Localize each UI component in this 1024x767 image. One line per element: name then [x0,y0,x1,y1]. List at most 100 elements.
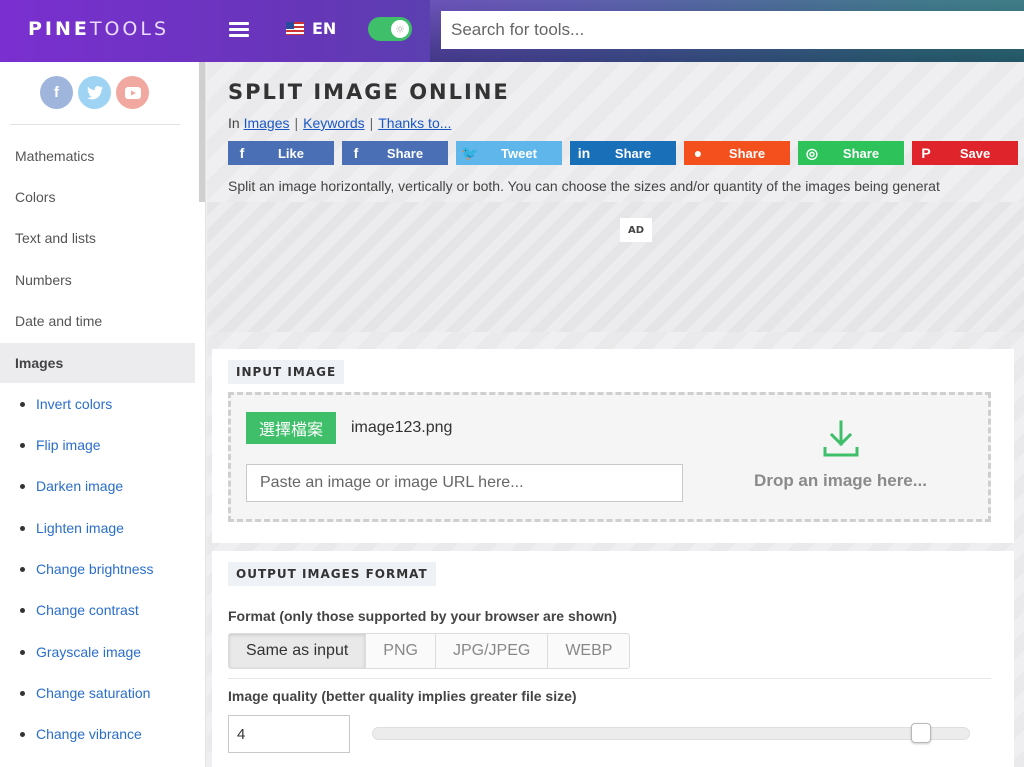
sidebar-subitem-label: Change saturation [36,685,151,701]
download-icon [823,420,859,457]
twitter-icon: 🐦 [461,144,479,161]
sidebar-subitem-label: Change contrast [36,602,139,618]
facebook-icon: f [353,145,359,161]
output-format-card: OUTPUT IMAGES FORMAT Format (only those … [212,551,1014,767]
logo-tools: TOOLS [89,18,170,40]
image-url-input[interactable] [246,464,683,502]
sidebar-item-images[interactable]: Images [15,355,63,371]
input-image-card: INPUT IMAGE 選擇檔案 image123.png Drop an im… [212,349,1014,543]
share-button-twitter-2[interactable]: 🐦 Tweet [456,141,562,165]
sidebar-subitem-change-vibrance[interactable]: Change vibrance [20,726,142,742]
bullet-icon [20,442,25,448]
sidebar-item-text-and-lists[interactable]: Text and lists [15,230,96,246]
bullet-icon [20,690,25,696]
language-label: EN [312,19,337,38]
share-buttons: f Like f Share 🐦 Tweet in Share ● Share ◎ Share P Sav… [228,141,1018,165]
share-button-label: Share [614,145,652,161]
facebook-icon[interactable]: f [40,76,73,109]
sidebar-scrollbar[interactable] [199,62,205,202]
sidebar-subitem-flip-image[interactable]: Flip image [20,437,101,453]
section-title-input: INPUT IMAGE [228,360,345,384]
twitter-icon[interactable] [78,76,111,109]
sun-icon: ☼ [391,20,409,38]
drop-hint: Drop an image here... [754,471,927,490]
sidebar-subitem-change-brightness[interactable]: Change brightness [20,561,154,577]
search-input[interactable] [441,11,1024,49]
ad-badge: AD [620,218,652,242]
sidebar-subitem-invert-colors[interactable]: Invert colors [20,396,112,412]
bullet-icon [20,483,25,489]
share-button-label: Save [959,145,991,161]
format-option-jpg-jpeg[interactable]: JPG/JPEG [436,634,549,668]
format-label: Format (only those supported by your bro… [228,608,617,624]
breadcrumb-separator: | [369,115,374,131]
share-button-label: Like [277,145,304,161]
sidebar-subitem-label: Invert colors [36,396,113,412]
youtube-icon[interactable] [116,76,149,109]
share-button-whatsapp-5[interactable]: ◎ Share [798,141,904,165]
choose-file-button[interactable]: 選擇檔案 [246,412,336,444]
bullet-icon [20,566,25,572]
bullet-icon [20,731,25,737]
bullet-icon [20,401,25,407]
breadcrumb-separator: | [294,115,299,131]
sidebar-subitem-change-saturation[interactable]: Change saturation [20,685,150,701]
sidebar-item-mathematics[interactable]: Mathematics [15,148,94,164]
slider-handle[interactable] [911,723,932,743]
ad-area [207,202,1024,332]
format-selector: Same as input PNG JPG/JPEG WEBP [228,633,631,669]
sidebar-item-colors[interactable]: Colors [15,189,55,205]
sidebar-subitem-label: Darken image [36,478,124,494]
sidebar-subitem-lighten-image[interactable]: Lighten image [20,520,124,536]
reddit-icon: ● [693,145,703,161]
breadcrumb-in: In [228,115,240,131]
sidebar-subitem-label: Lighten image [36,520,124,536]
share-button-reddit-4[interactable]: ● Share [684,141,790,165]
format-option-webp[interactable]: WEBP [548,634,629,668]
share-button-label: Share [728,145,766,161]
bullet-icon [20,649,25,655]
sidebar-subitem-change-contrast[interactable]: Change contrast [20,602,139,618]
breadcrumb-thanks-link[interactable]: Thanks to... [378,115,451,131]
share-button-linkedin-3[interactable]: in Share [570,141,676,165]
sidebar-item-numbers[interactable]: Numbers [15,272,72,288]
site-logo[interactable]: PINETOOLS [28,18,169,40]
breadcrumb: In Images | Keywords | Thanks to... [228,115,451,131]
sidebar-subitem-grayscale-image[interactable]: Grayscale image [20,644,141,660]
sidebar-subitem-label: Flip image [36,437,101,453]
sidebar-divider [10,124,180,125]
pinterest-icon: P [921,145,931,161]
breadcrumb-images-link[interactable]: Images [244,115,290,131]
sidebar-subitem-label: Grayscale image [36,644,142,660]
logo-pine: PINE [28,18,90,40]
bullet-icon [20,525,25,531]
format-option-same-as-input[interactable]: Same as input [229,634,367,668]
us-flag-icon [286,22,304,35]
social-links: f [40,76,149,109]
share-button-label: Share [842,145,880,161]
section-title-output: OUTPUT IMAGES FORMAT [228,562,436,586]
whatsapp-icon: ◎ [805,144,819,161]
quality-input[interactable] [228,715,350,753]
facebook-icon: f [239,145,245,161]
dark-mode-toggle[interactable]: ☼ [368,17,412,41]
divider [228,678,991,679]
language-selector[interactable]: EN [286,19,336,38]
image-dropzone[interactable]: 選擇檔案 image123.png Drop an image here... [228,392,991,522]
format-option-png[interactable]: PNG [366,634,436,668]
share-button-pinterest-6[interactable]: P Save [912,141,1018,165]
sidebar-subitem-label: Change vibrance [36,726,142,742]
linkedin-icon: in [577,145,591,161]
page-title: SPLIT IMAGE ONLINE [228,80,510,104]
sidebar-item-date-and-time[interactable]: Date and time [15,313,102,329]
quality-slider[interactable] [372,723,970,743]
selected-file-name: image123.png [351,419,453,436]
bullet-icon [20,607,25,613]
share-button-facebook-1[interactable]: f Share [342,141,448,165]
breadcrumb-keywords-link[interactable]: Keywords [303,115,364,131]
hamburger-menu-icon[interactable] [229,19,249,39]
sidebar-subitem-darken-image[interactable]: Darken image [20,478,123,494]
page-description: Split an image horizontally, vertically … [228,178,940,194]
sidebar: f Mathematics Colors Text and lists Numb… [0,62,206,767]
share-button-facebook-0[interactable]: f Like [228,141,334,165]
